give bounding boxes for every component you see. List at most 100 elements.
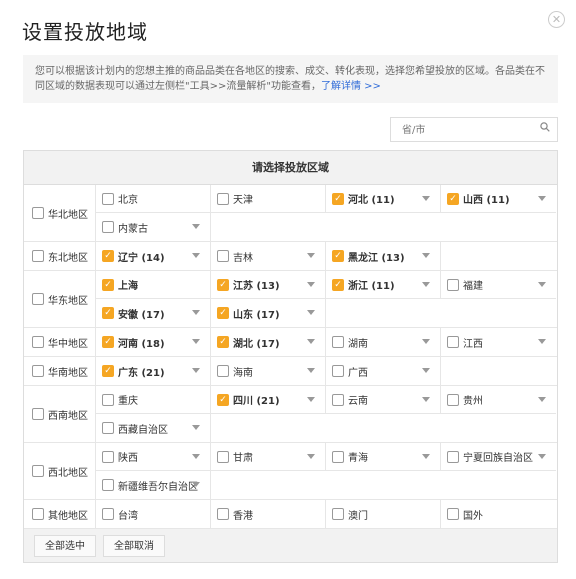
caret-down-icon[interactable] — [192, 253, 200, 258]
province-checkbox-checked[interactable]: ✓ — [102, 365, 114, 377]
caret-down-icon[interactable] — [192, 224, 200, 229]
caret-down-icon[interactable] — [422, 196, 430, 201]
region-checkbox[interactable] — [32, 250, 44, 262]
region-checkbox-cell[interactable]: 其他地区 — [24, 500, 96, 528]
region-checkbox[interactable] — [32, 336, 44, 348]
province-option[interactable]: ✓ 山西 (11) — [441, 185, 556, 213]
province-option[interactable]: ✓ 四川 (21) — [211, 386, 326, 414]
province-option[interactable]: ✓ 浙江 (11) — [326, 271, 441, 299]
province-checkbox[interactable] — [217, 365, 229, 377]
caret-down-icon[interactable] — [538, 282, 546, 287]
province-option[interactable]: 新疆维吾尔自治区 — [96, 471, 211, 499]
region-checkbox-cell[interactable]: 东北地区 — [24, 242, 96, 270]
province-checkbox[interactable] — [332, 450, 344, 463]
caret-down-icon[interactable] — [422, 397, 430, 402]
province-option[interactable]: ✓ 河北 (11) — [326, 185, 441, 213]
caret-down-icon[interactable] — [422, 368, 430, 373]
province-option[interactable]: 宁夏回族自治区 — [441, 443, 556, 471]
caret-down-icon[interactable] — [538, 196, 546, 201]
caret-down-icon[interactable] — [538, 397, 546, 402]
close-icon[interactable]: ✕ — [548, 11, 565, 28]
province-option[interactable]: ✓ 安徽 (17) — [96, 299, 211, 327]
province-checkbox[interactable] — [217, 192, 229, 205]
caret-down-icon[interactable] — [307, 253, 315, 258]
province-checkbox[interactable] — [102, 508, 114, 520]
province-checkbox-checked[interactable]: ✓ — [217, 336, 229, 348]
caret-down-icon[interactable] — [307, 282, 315, 287]
caret-down-icon[interactable] — [307, 310, 315, 315]
province-checkbox[interactable] — [217, 250, 229, 262]
province-checkbox-checked[interactable]: ✓ — [332, 192, 344, 205]
province-checkbox[interactable] — [447, 278, 459, 291]
region-checkbox[interactable] — [32, 508, 44, 520]
province-checkbox[interactable] — [102, 221, 114, 233]
province-option[interactable]: ✓ 广东 (21) — [96, 357, 211, 385]
learn-more-link[interactable]: 了解详情 >> — [321, 81, 381, 92]
province-option[interactable]: 西藏自治区 — [96, 414, 211, 442]
region-checkbox-cell[interactable]: 西南地区 — [24, 386, 96, 442]
province-checkbox[interactable] — [447, 450, 459, 463]
region-checkbox[interactable] — [32, 365, 44, 377]
province-option[interactable]: 贵州 — [441, 386, 556, 414]
deselect-all-button[interactable]: 全部取消 — [103, 534, 165, 557]
province-option[interactable]: 云南 — [326, 386, 441, 414]
province-checkbox-checked[interactable]: ✓ — [332, 250, 344, 262]
province-checkbox[interactable] — [102, 192, 114, 205]
province-option[interactable]: 澳门 — [326, 500, 441, 528]
province-checkbox[interactable] — [332, 365, 344, 377]
region-checkbox-cell[interactable]: 华东地区 — [24, 271, 96, 327]
province-option[interactable]: 吉林 — [211, 242, 326, 270]
caret-down-icon[interactable] — [307, 454, 315, 459]
province-option[interactable]: 甘肃 — [211, 443, 326, 471]
caret-down-icon[interactable] — [422, 253, 430, 258]
province-checkbox[interactable] — [102, 479, 114, 491]
province-option[interactable]: 海南 — [211, 357, 326, 385]
caret-down-icon[interactable] — [422, 339, 430, 344]
caret-down-icon[interactable] — [192, 425, 200, 430]
caret-down-icon[interactable] — [192, 482, 200, 487]
province-checkbox-checked[interactable]: ✓ — [102, 336, 114, 348]
province-checkbox[interactable] — [332, 508, 344, 520]
province-checkbox[interactable] — [447, 508, 459, 520]
region-checkbox[interactable] — [32, 465, 44, 477]
caret-down-icon[interactable] — [422, 282, 430, 287]
province-option[interactable]: 香港 — [211, 500, 326, 528]
region-checkbox[interactable] — [32, 408, 44, 420]
province-option[interactable]: 国外 — [441, 500, 556, 528]
province-option[interactable]: 台湾 — [96, 500, 211, 528]
province-option[interactable]: 湖南 — [326, 328, 441, 356]
province-checkbox[interactable] — [102, 450, 114, 463]
caret-down-icon[interactable] — [192, 310, 200, 315]
province-checkbox[interactable] — [447, 336, 459, 348]
province-option[interactable]: 福建 — [441, 271, 556, 299]
caret-down-icon[interactable] — [307, 397, 315, 402]
province-option[interactable]: ✓ 河南 (18) — [96, 328, 211, 356]
province-checkbox[interactable] — [102, 393, 114, 406]
province-checkbox[interactable] — [332, 393, 344, 406]
caret-down-icon[interactable] — [307, 339, 315, 344]
province-checkbox-checked[interactable]: ✓ — [217, 278, 229, 291]
province-checkbox-checked[interactable]: ✓ — [102, 250, 114, 262]
region-checkbox-cell[interactable]: 西北地区 — [24, 443, 96, 499]
province-option[interactable]: ✓ 江苏 (13) — [211, 271, 326, 299]
province-checkbox[interactable] — [102, 422, 114, 434]
region-checkbox-cell[interactable]: 华北地区 — [24, 185, 96, 241]
region-checkbox-cell[interactable]: 华南地区 — [24, 357, 96, 385]
province-checkbox[interactable] — [447, 393, 459, 406]
caret-down-icon[interactable] — [422, 454, 430, 459]
province-option[interactable]: ✓ 黑龙江 (13) — [326, 242, 441, 270]
province-checkbox-checked[interactable]: ✓ — [102, 307, 114, 319]
caret-down-icon[interactable] — [192, 454, 200, 459]
province-checkbox-checked[interactable]: ✓ — [217, 307, 229, 319]
region-checkbox[interactable] — [32, 293, 44, 305]
province-checkbox[interactable] — [217, 508, 229, 520]
caret-down-icon[interactable] — [192, 339, 200, 344]
province-checkbox[interactable] — [217, 450, 229, 463]
caret-down-icon[interactable] — [538, 339, 546, 344]
province-option[interactable]: 天津 — [211, 185, 326, 213]
region-checkbox[interactable] — [32, 207, 44, 219]
province-checkbox-checked[interactable]: ✓ — [102, 278, 114, 291]
caret-down-icon[interactable] — [192, 368, 200, 373]
region-checkbox-cell[interactable]: 华中地区 — [24, 328, 96, 356]
province-option[interactable]: 重庆 — [96, 386, 211, 414]
